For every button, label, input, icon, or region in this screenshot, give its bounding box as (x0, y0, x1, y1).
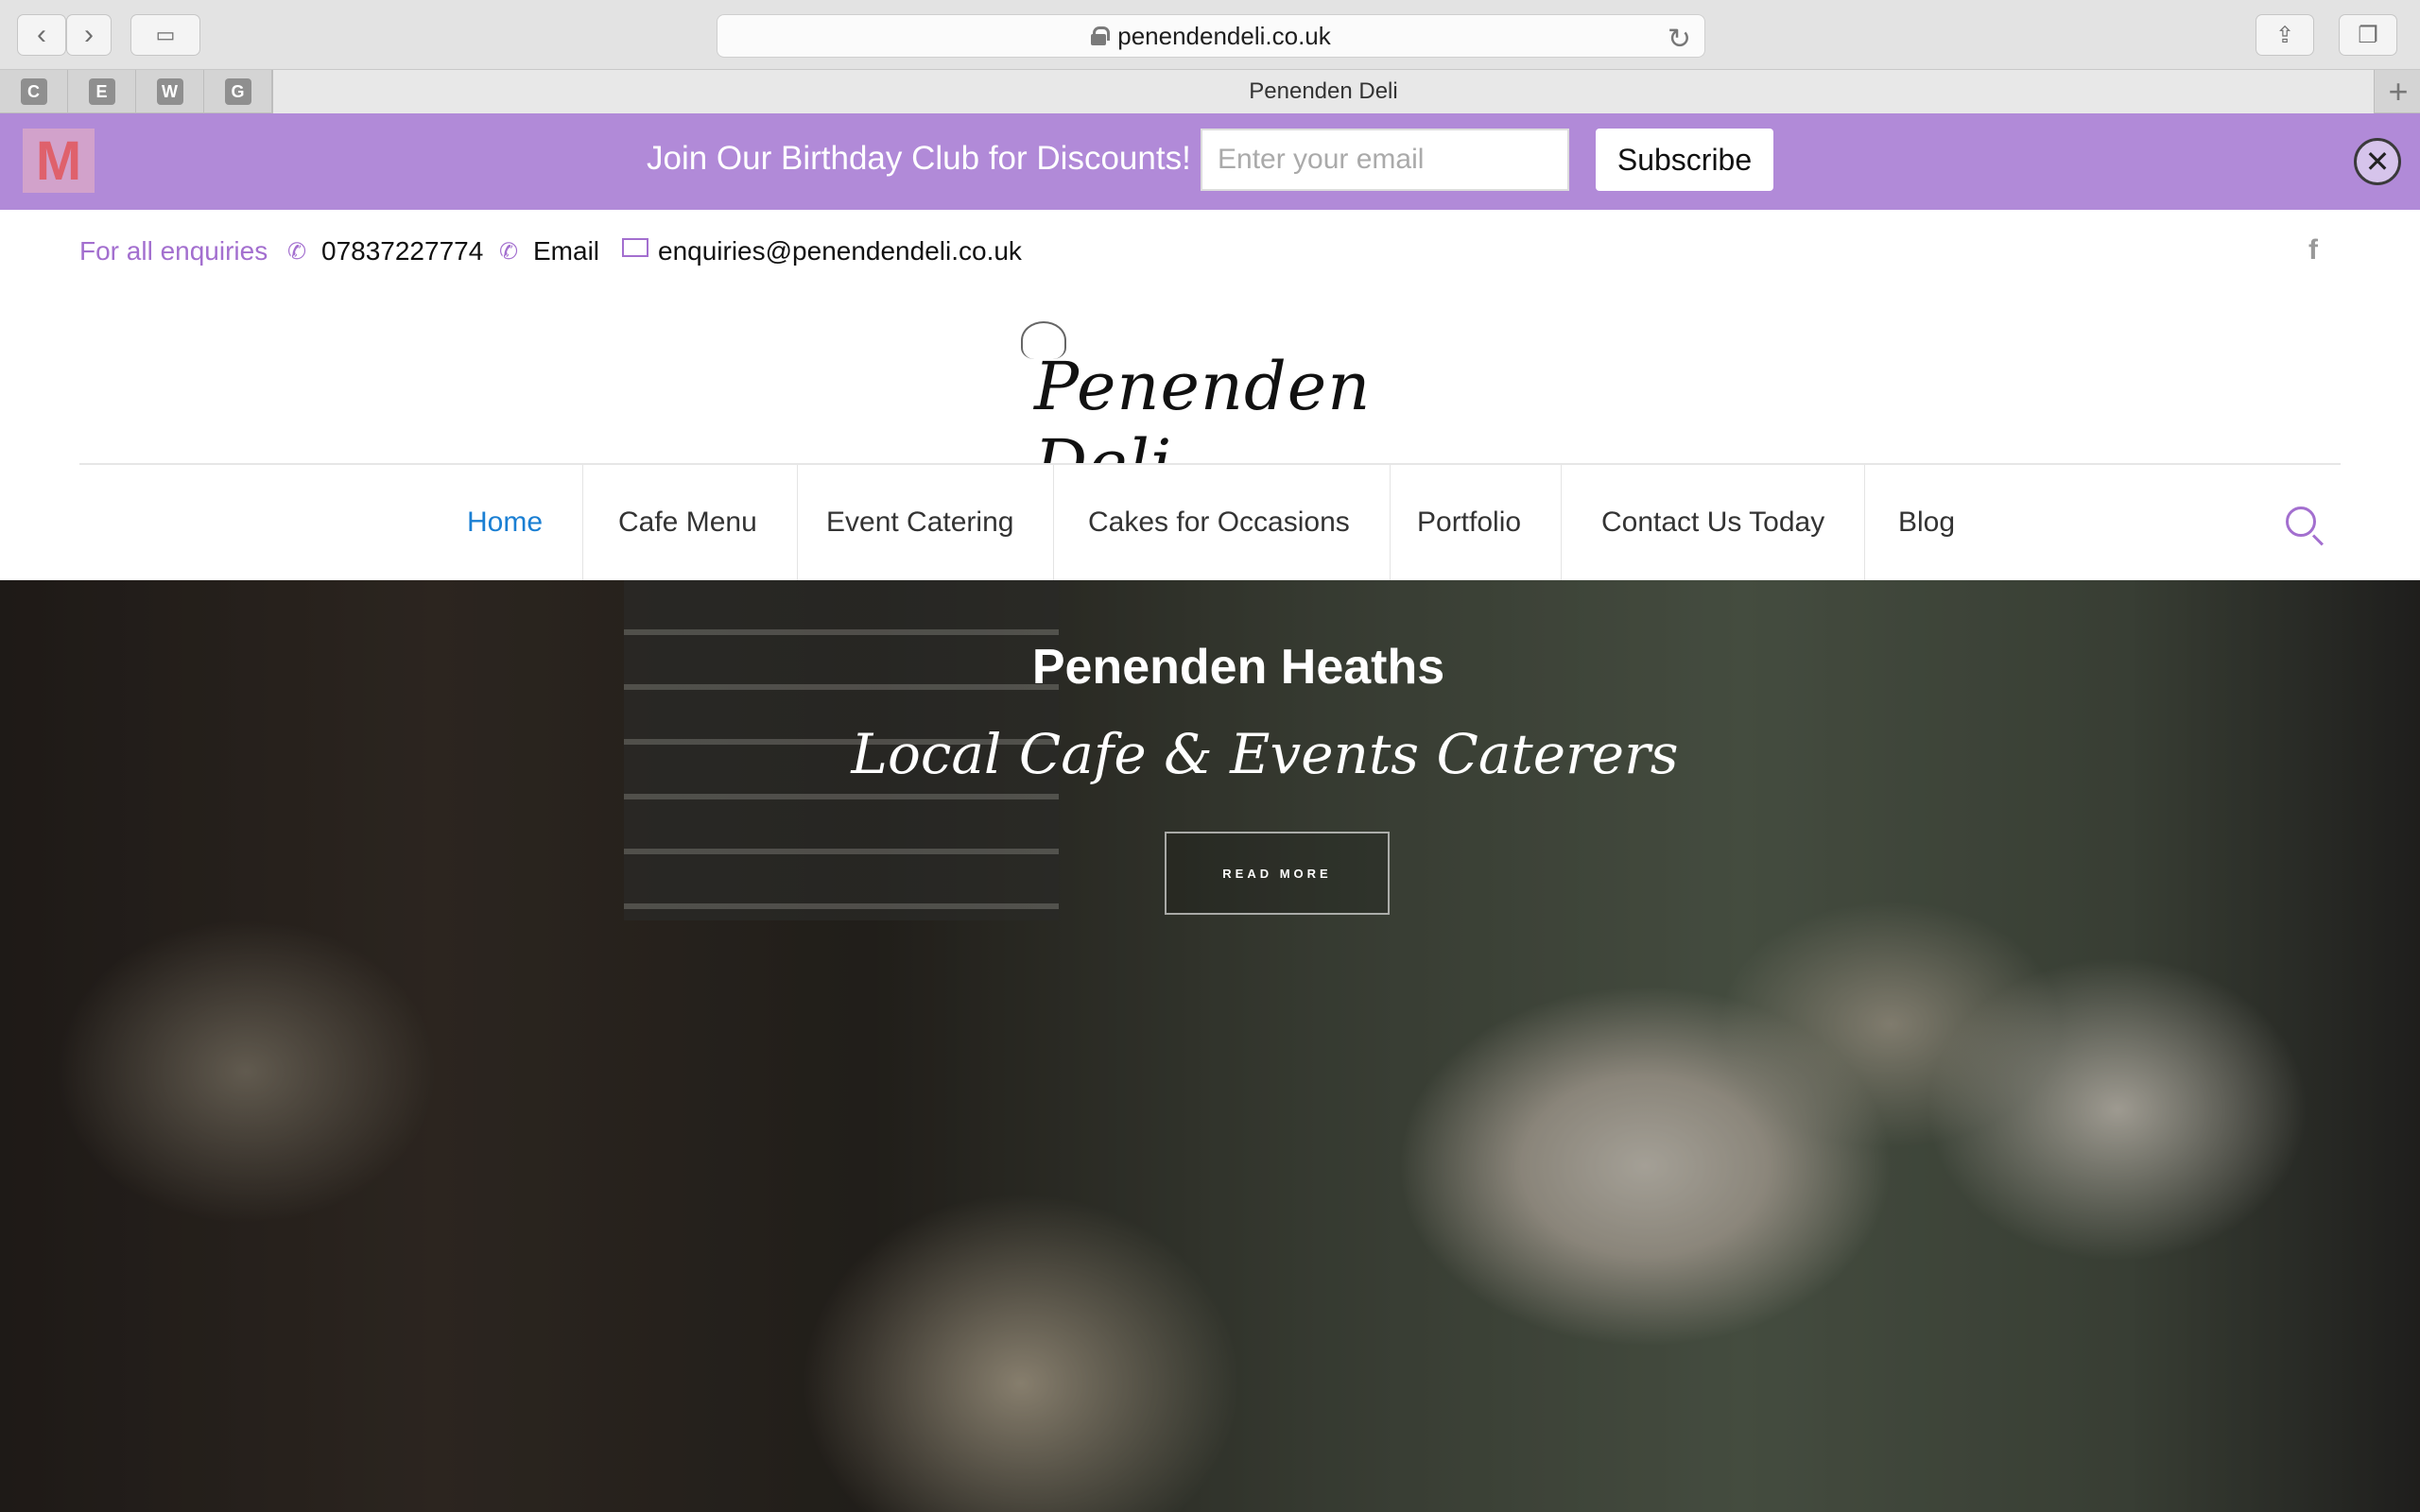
tab-bar: C E W G Penenden Deli + (0, 70, 2420, 113)
birthday-club-banner: M Join Our Birthday Club for Discounts! … (0, 113, 2420, 210)
phone-icon: ✆ (287, 239, 307, 265)
share-icon: ⇪ (2274, 22, 2295, 48)
hero-title: Penenden Heaths (1031, 640, 1445, 695)
nav-home[interactable]: Home (427, 465, 584, 580)
search-icon[interactable] (2286, 507, 2316, 537)
reload-icon[interactable]: ↻ (1668, 23, 1691, 56)
lock-icon (1091, 26, 1111, 45)
favorite-w[interactable]: W (136, 70, 204, 113)
tabs-icon: ❐ (2358, 22, 2378, 48)
nav-contact-us-today[interactable]: Contact Us Today (1562, 465, 1866, 580)
facebook-icon[interactable]: f (2308, 234, 2318, 266)
mail-icon (622, 238, 648, 257)
back-button[interactable]: ‹ (17, 14, 66, 56)
url-text: penendendeli.co.uk (1117, 21, 1331, 50)
favorite-g[interactable]: G (204, 70, 272, 113)
phone-number[interactable]: 07837227774 (321, 236, 483, 266)
email-link-label[interactable]: Email (533, 236, 599, 266)
favorite-e[interactable]: E (68, 70, 136, 113)
hero-subtitle: Local Cafe & Events Caterers (851, 722, 1679, 786)
active-tab[interactable]: Penenden Deli (272, 70, 2375, 113)
banner-text: Join Our Birthday Club for Discounts! (647, 140, 1191, 177)
subscribe-button[interactable]: Subscribe (1596, 129, 1773, 191)
phone-icon: ✆ (499, 239, 519, 265)
email-address[interactable]: enquiries@penendendeli.co.uk (658, 236, 1022, 266)
nav-event-catering[interactable]: Event Catering (786, 465, 1055, 580)
address-bar[interactable]: penendendeli.co.uk ↻ (717, 14, 1705, 58)
read-more-button[interactable]: READ MORE (1165, 832, 1390, 915)
nav-blog[interactable]: Blog (1858, 465, 1995, 580)
nav-cakes-for-occasions[interactable]: Cakes for Occasions (1048, 465, 1391, 580)
new-tab-button[interactable]: + (2377, 70, 2420, 113)
close-icon[interactable]: ✕ (2354, 138, 2401, 185)
tabs-overview-button[interactable]: ❐ (2339, 14, 2397, 56)
contact-bar: For all enquiries ✆ 07837227774 ✆ Email … (0, 210, 2420, 293)
site-logo[interactable]: Penenden Deli (1021, 321, 1399, 503)
nav-cafe-menu[interactable]: Cafe Menu (579, 465, 798, 580)
forward-button[interactable]: › (66, 14, 112, 56)
banner-logo: M (23, 129, 95, 193)
share-button[interactable]: ⇪ (2256, 14, 2314, 56)
email-field[interactable] (1201, 129, 1569, 191)
nav-portfolio[interactable]: Portfolio (1377, 465, 1563, 580)
main-nav: Home Cafe Menu Event Catering Cakes for … (0, 465, 2420, 580)
enquiries-label: For all enquiries (79, 236, 268, 266)
browser-toolbar: ‹ › ▭ penendendeli.co.uk ↻ ⇪ ❐ (0, 0, 2420, 70)
hero-banner: Penenden Heaths Local Cafe & Events Cate… (0, 580, 2420, 1512)
sidebar-toggle-button[interactable]: ▭ (130, 14, 200, 56)
sidebar-icon: ▭ (155, 23, 176, 46)
favorite-c[interactable]: C (0, 70, 68, 113)
